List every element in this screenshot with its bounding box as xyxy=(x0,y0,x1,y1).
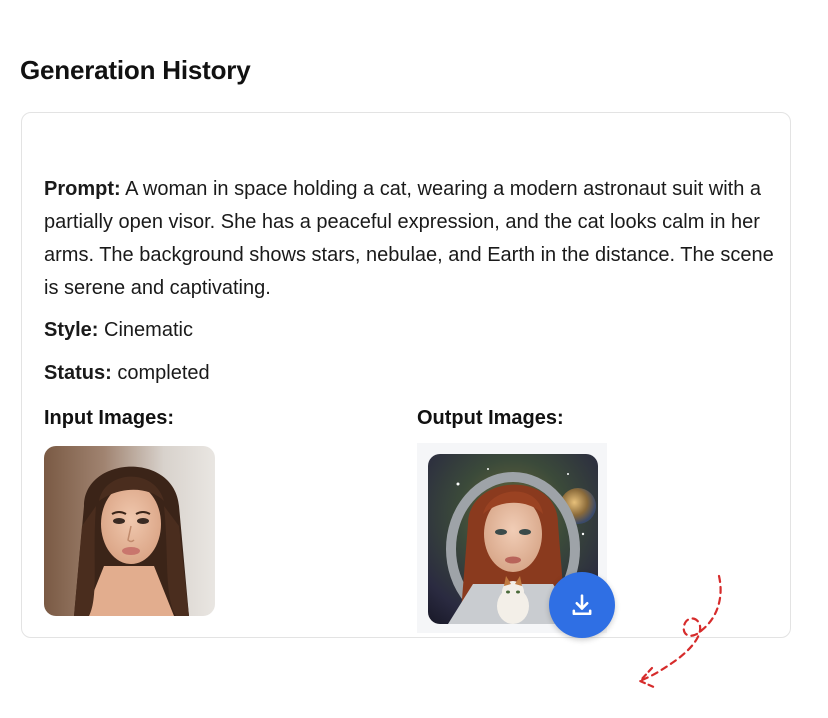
prompt-label: Prompt: xyxy=(44,178,121,200)
input-images-label: Input Images: xyxy=(44,407,175,429)
dashed-arrow-annotation xyxy=(638,574,722,690)
history-card: Prompt: A woman in space holding a cat, … xyxy=(21,112,791,690)
style-label: Style: xyxy=(44,319,99,341)
style-value: Cinematic xyxy=(104,319,193,341)
style-row: Style: Cinematic xyxy=(44,316,193,344)
status-value: completed xyxy=(117,362,210,384)
prompt-row: Prompt: A woman in space holding a cat, … xyxy=(44,173,774,305)
input-image-thumbnail[interactable] xyxy=(44,446,215,616)
page-title: Generation History xyxy=(20,55,251,85)
status-row: Status: completed xyxy=(44,359,210,387)
output-images-label: Output Images: xyxy=(417,407,564,429)
prompt-text: A woman in space holding a cat, wearing … xyxy=(44,178,774,299)
status-label: Status: xyxy=(44,362,112,384)
download-button[interactable] xyxy=(549,572,615,638)
download-icon xyxy=(572,594,592,616)
